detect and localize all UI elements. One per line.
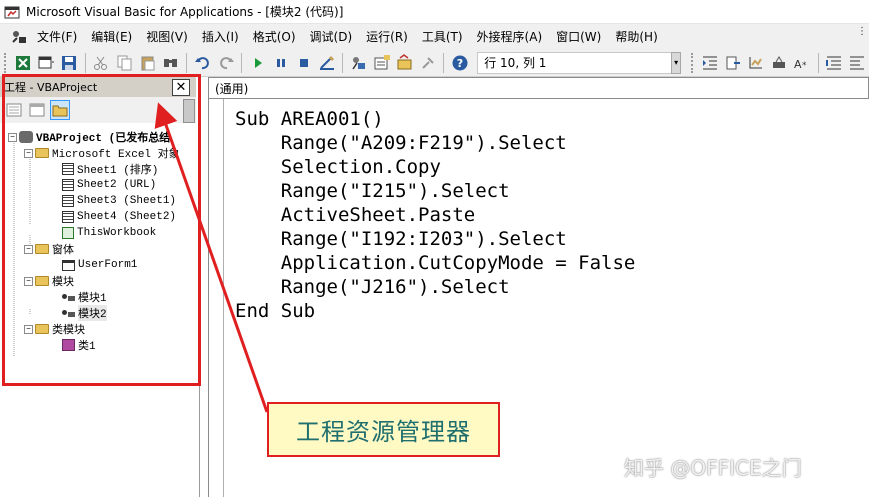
run-icon[interactable] [248, 53, 267, 73]
code-line: Application.CutCopyMode = False [235, 252, 636, 274]
svg-text:*: * [802, 61, 807, 71]
vba-app-icon [4, 4, 20, 20]
cut-icon[interactable] [92, 53, 111, 73]
menu-window[interactable]: 窗口(W) [549, 27, 608, 47]
design-mode-icon[interactable] [317, 53, 336, 73]
list-constants-icon[interactable] [770, 53, 789, 73]
code-line: Range("J216").Select [235, 276, 510, 298]
help-icon[interactable]: ? [450, 53, 469, 73]
undo-icon[interactable] [193, 53, 212, 73]
annotation-highlight-box [2, 74, 201, 386]
object-browser-icon[interactable] [395, 53, 414, 73]
title-bar: Microsoft Visual Basic for Applications … [0, 0, 869, 24]
view-excel-icon[interactable] [14, 53, 33, 73]
annotation-callout: 工程资源管理器 [267, 402, 500, 457]
code-line: Selection.Copy [235, 156, 441, 178]
menu-format[interactable]: 格式(O) [246, 27, 303, 47]
code-line: Range("I192:I203").Select [235, 228, 567, 250]
redo-icon[interactable] [216, 53, 235, 73]
toolbar-separator [241, 52, 243, 73]
menu-insert[interactable]: 插入(I) [195, 27, 246, 47]
menu-tools[interactable]: 工具(T) [415, 27, 470, 47]
break-icon[interactable] [271, 53, 290, 73]
menu-overflow-icon[interactable]: ⋮ [857, 26, 867, 46]
code-text[interactable]: Sub AREA001() Range("A209:F219").Select … [235, 107, 635, 323]
toolbar-separator [186, 52, 188, 73]
menu-addins[interactable]: 外接程序(A) [470, 27, 550, 47]
menu-view[interactable]: 视图(V) [139, 27, 195, 47]
paste-icon[interactable] [138, 53, 157, 73]
menu-bar: 文件(F) 编辑(E) 视图(V) 插入(I) 格式(O) 调试(D) 运行(R… [0, 24, 869, 49]
toolbar-separator [342, 52, 344, 73]
code-line: Sub AREA001() [235, 108, 384, 130]
code-line: Range("A209:F219").Select [235, 132, 567, 154]
toolbar-separator [85, 52, 86, 73]
menu-file[interactable]: 文件(F) [30, 27, 84, 47]
menu-edit[interactable]: 编辑(E) [84, 27, 139, 47]
quick-info-icon[interactable]: A * [793, 53, 812, 73]
vba-menu-icon[interactable] [8, 27, 30, 47]
indent-icon[interactable] [701, 53, 720, 73]
window-title: Microsoft Visual Basic for Applications … [26, 5, 344, 19]
project-explorer-icon[interactable] [349, 53, 368, 73]
find-icon[interactable] [161, 53, 180, 73]
cursor-position-label: 行 10, 列 1 [484, 56, 547, 70]
toolbar-grip[interactable] [4, 52, 8, 73]
copy-icon[interactable] [115, 53, 134, 73]
standard-toolbar: ? 行 10, 列 1 ▾ A * [0, 49, 869, 77]
watermark: 知乎 @OFFICE之门 [624, 456, 802, 480]
reset-icon[interactable] [294, 53, 313, 73]
insert-userform-icon[interactable] [37, 53, 56, 73]
toolbar-options-dropdown[interactable]: ▾ [671, 51, 681, 74]
toolbox-icon[interactable] [418, 53, 437, 73]
outdent-lines-icon[interactable] [848, 53, 867, 73]
toolbar-separator [443, 52, 445, 73]
toolbar-separator [817, 52, 819, 73]
cursor-position-box: 行 10, 列 1 [477, 51, 682, 74]
svg-text:A: A [794, 58, 802, 71]
svg-text:?: ? [457, 57, 463, 70]
save-icon[interactable] [60, 53, 79, 73]
code-line: End Sub [235, 300, 316, 322]
properties-window-icon[interactable] [372, 53, 391, 73]
toolbar-grip[interactable] [690, 52, 695, 73]
code-line: ActiveSheet.Paste [235, 204, 476, 226]
object-dropdown-value: (通用) [215, 81, 249, 96]
callout-text: 工程资源管理器 [296, 418, 471, 446]
outdent-icon[interactable] [724, 53, 743, 73]
menu-run[interactable]: 运行(R) [359, 27, 415, 47]
list-properties-icon[interactable] [747, 53, 766, 73]
indent-lines-icon[interactable] [825, 53, 844, 73]
menu-help[interactable]: 帮助(H) [608, 27, 664, 47]
object-dropdown[interactable]: (通用) [208, 77, 869, 99]
code-margin-indicator-bar[interactable] [209, 99, 224, 497]
code-line: Range("I215").Select [235, 180, 510, 202]
menu-debug[interactable]: 调试(D) [303, 27, 360, 47]
